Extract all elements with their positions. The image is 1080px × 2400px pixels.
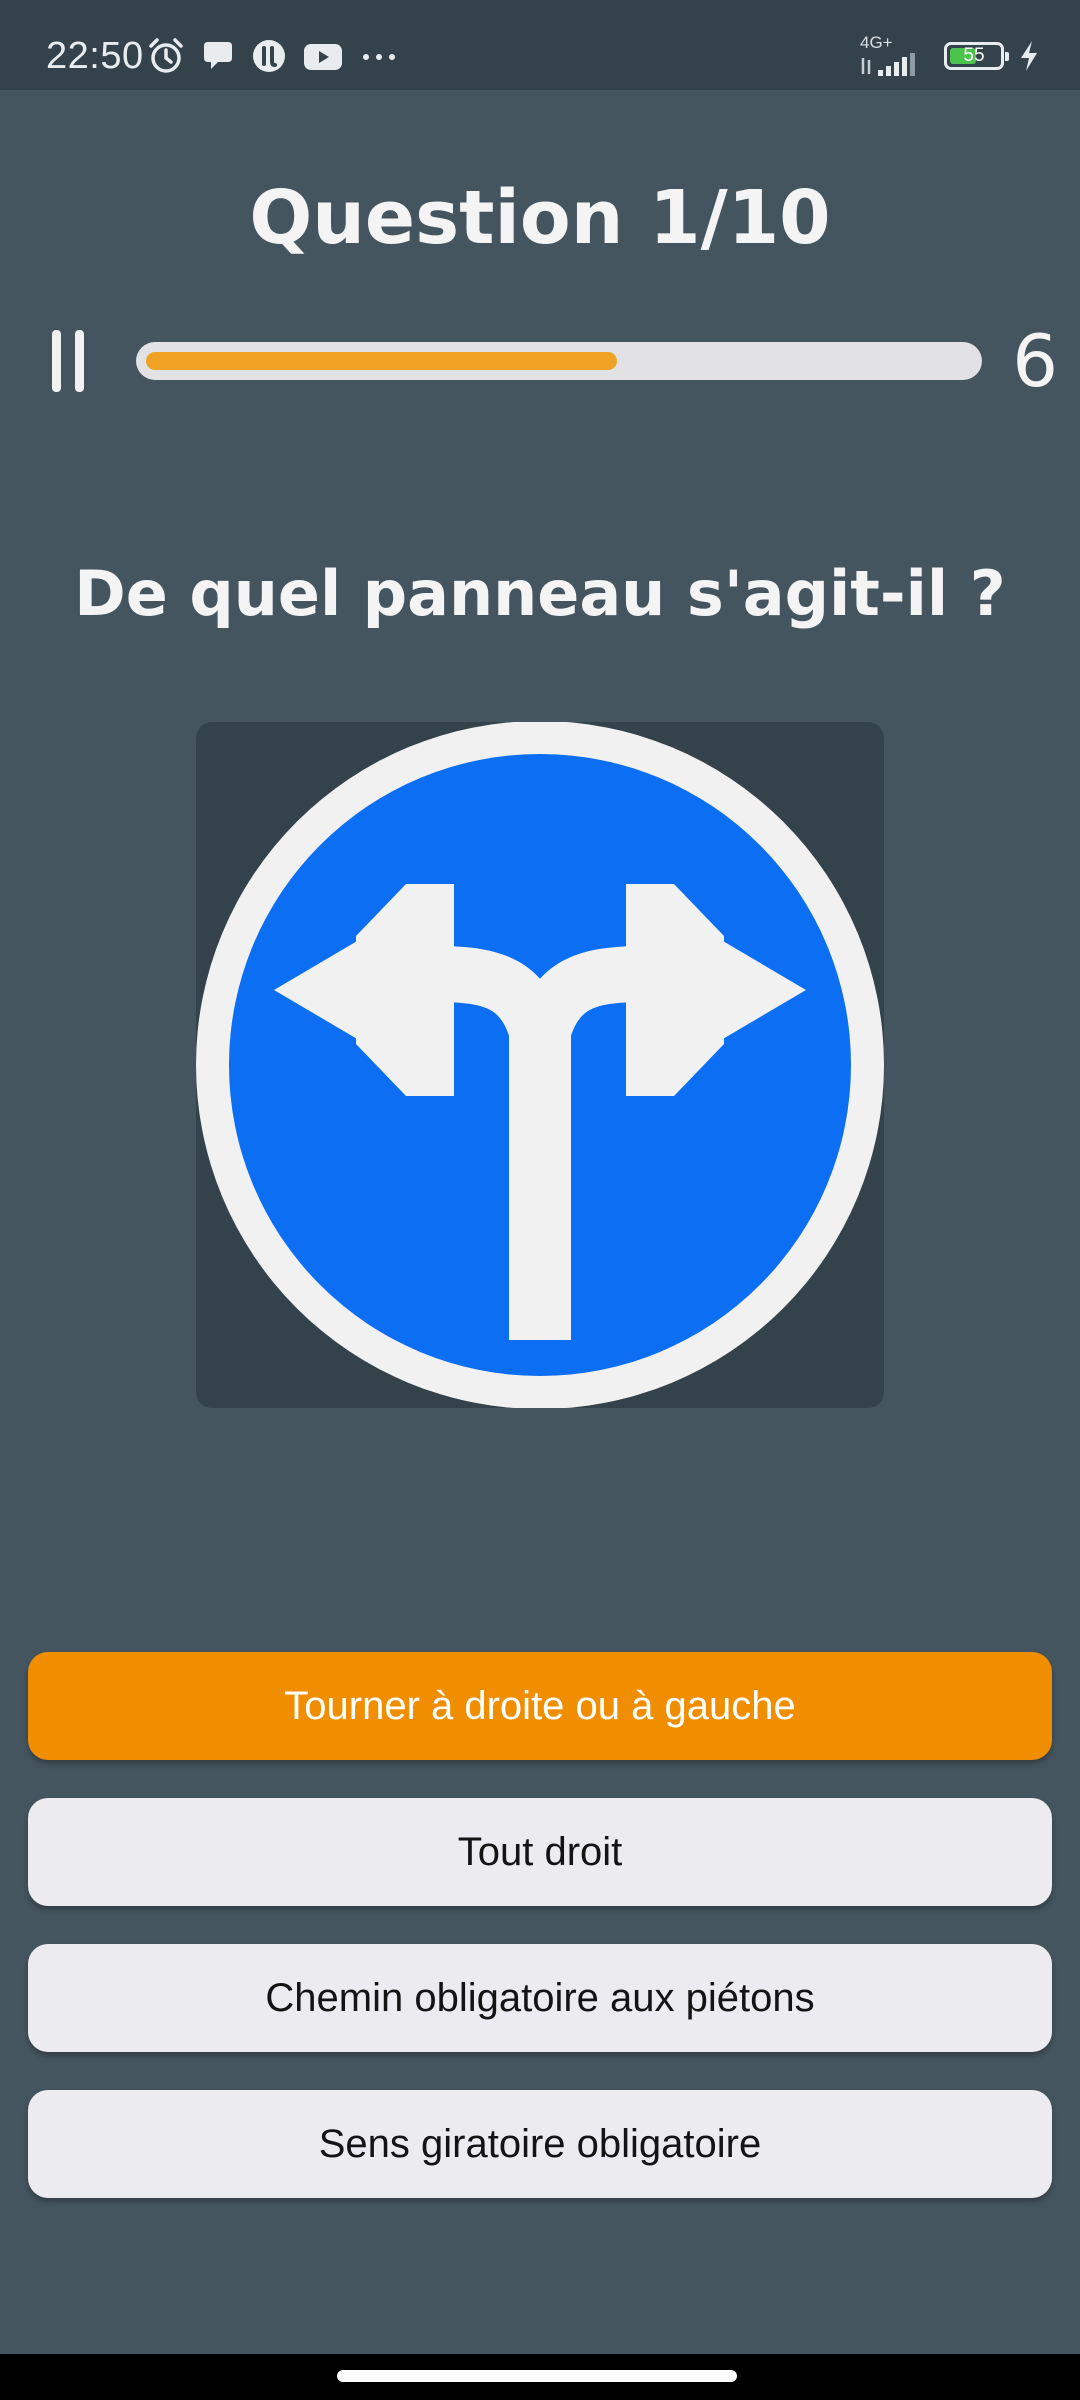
road-sign-turn-left-or-right-icon bbox=[196, 722, 884, 1408]
battery-level-text: 55 bbox=[963, 45, 985, 66]
youtube-icon bbox=[302, 38, 344, 74]
charging-bolt-icon bbox=[1018, 39, 1040, 73]
system-status-icons: 4G+ 55 bbox=[860, 32, 1040, 80]
notification-icons bbox=[146, 34, 400, 78]
question-image bbox=[196, 722, 884, 1408]
timer-progress-bar bbox=[136, 342, 982, 380]
status-bar: 22:50 4G+ 55 bbox=[0, 0, 1080, 90]
status-time: 22:50 bbox=[46, 35, 144, 77]
question-counter: Question 1/10 bbox=[249, 175, 831, 261]
pause-icon-bar bbox=[75, 330, 84, 392]
timer-progress-fill bbox=[146, 352, 617, 370]
answer-option-3[interactable]: Chemin obligatoire aux piétons bbox=[28, 1944, 1052, 2052]
more-dots-icon bbox=[358, 38, 400, 74]
home-gesture-handle[interactable] bbox=[337, 2370, 737, 2382]
answer-option-4[interactable]: Sens giratoire obligatoire bbox=[28, 2090, 1052, 2198]
navigation-bar bbox=[0, 2354, 1080, 2400]
pause-button[interactable] bbox=[48, 330, 88, 392]
network-signal-icon: 4G+ bbox=[860, 34, 930, 78]
answer-option-1[interactable]: Tourner à droite ou à gauche bbox=[28, 1652, 1052, 1760]
chat-bubble-icon bbox=[200, 38, 236, 74]
question-text: De quel panneau s'agit-il ? bbox=[74, 557, 1006, 630]
network-type-label: 4G+ bbox=[860, 33, 893, 52]
alarm-icon bbox=[146, 36, 186, 76]
countdown-timer: 6 bbox=[1012, 319, 1058, 403]
battery-icon: 55 bbox=[944, 42, 1009, 70]
battery-tip bbox=[1005, 52, 1009, 61]
tiktok-icon bbox=[250, 37, 288, 75]
answer-option-2[interactable]: Tout droit bbox=[28, 1798, 1052, 1906]
pause-icon bbox=[52, 330, 61, 392]
